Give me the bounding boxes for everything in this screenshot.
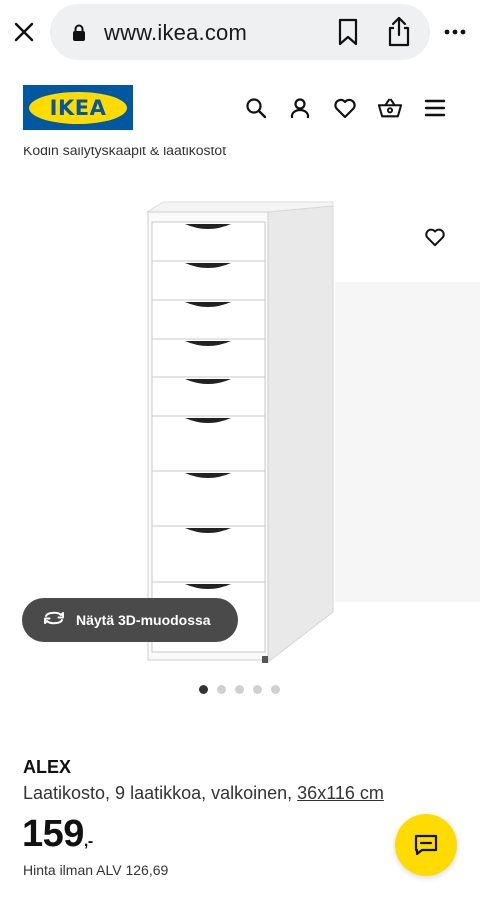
gallery-pagination (199, 685, 280, 694)
product-price: 159,- (22, 813, 93, 856)
product-description: Laatikosto, 9 laatikkoa, valkoinen, 36x1… (23, 783, 384, 804)
gallery-dot[interactable] (217, 685, 226, 694)
more-icon[interactable] (440, 18, 470, 46)
chat-button[interactable] (395, 814, 457, 876)
price-excluding-vat: Hinta ilman ALV 126,69 (23, 862, 169, 878)
browser-bar: www.ikea.com (0, 0, 480, 64)
product-dimensions-link[interactable]: 36x116 cm (297, 783, 384, 803)
rotate-3d-icon (42, 609, 66, 632)
gallery-dot[interactable] (235, 685, 244, 694)
gallery-dot[interactable] (253, 685, 262, 694)
search-icon[interactable] (244, 96, 268, 120)
share-icon[interactable] (386, 16, 412, 53)
logo-oval: IKEA (29, 91, 127, 124)
logo-text: IKEA (49, 95, 107, 120)
ikea-logo[interactable]: IKEA (23, 85, 133, 130)
menu-icon[interactable] (423, 96, 447, 120)
product-name: ALEX (23, 757, 72, 777)
product-description-text: Laatikosto, 9 laatikkoa, valkoinen, (23, 783, 298, 803)
gallery-dot[interactable] (199, 685, 208, 694)
price-suffix: ,- (83, 833, 93, 850)
breadcrumb-text: Kodin säilytyskaapit & laatikostot (23, 147, 227, 158)
bookmark-icon[interactable] (337, 18, 359, 51)
lock-icon (72, 24, 86, 47)
url-text: www.ikea.com (104, 20, 247, 45)
breadcrumb[interactable]: Kodin säilytyskaapit & laatikostot (23, 147, 226, 161)
address-bar[interactable]: www.ikea.com (50, 4, 430, 60)
gallery-dot[interactable] (271, 685, 280, 694)
chat-icon (414, 834, 438, 856)
view-3d-button[interactable]: Näytä 3D-muodossa (22, 598, 238, 642)
account-icon[interactable] (288, 96, 312, 120)
view-3d-label: Näytä 3D-muodossa (76, 612, 211, 628)
close-icon[interactable] (10, 18, 38, 46)
heart-icon[interactable] (333, 96, 357, 120)
cart-icon[interactable] (378, 96, 402, 120)
save-favourite-icon[interactable] (422, 224, 448, 250)
price-integer: 159 (22, 813, 84, 855)
